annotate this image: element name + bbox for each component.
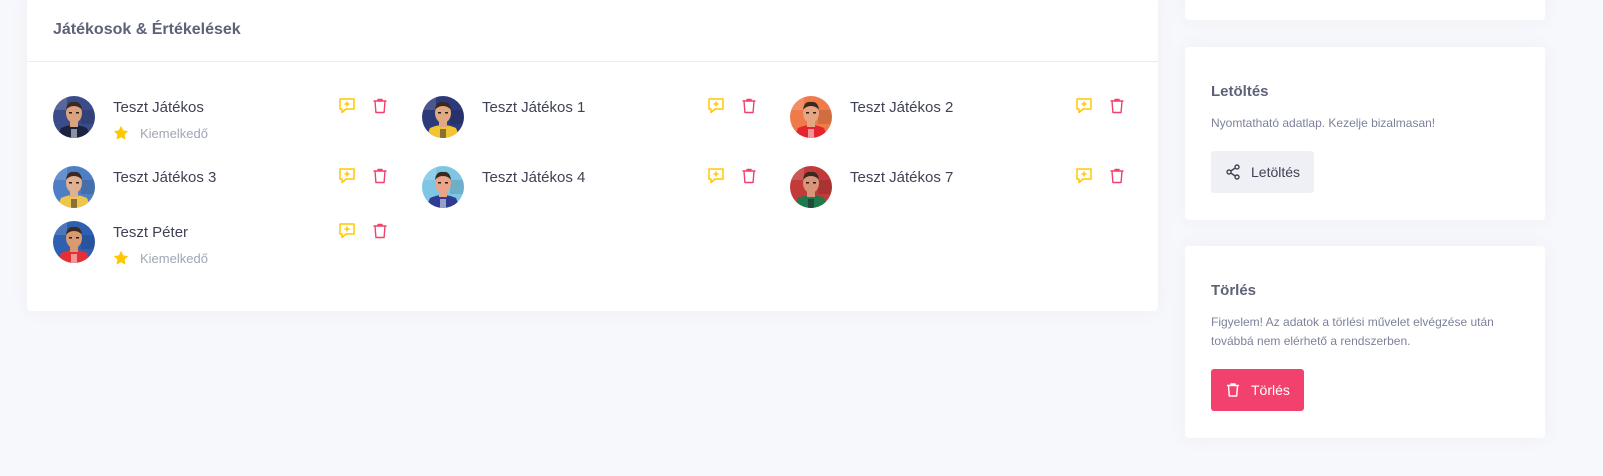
player-item: Teszt Játékos 7 — [788, 162, 1128, 222]
player-actions — [1075, 97, 1126, 115]
player-name[interactable]: Teszt Játékos 2 — [850, 99, 953, 116]
comment-plus-icon[interactable] — [338, 167, 356, 185]
trash-icon[interactable] — [740, 167, 758, 185]
avatar[interactable] — [422, 96, 464, 138]
players-card: Játékosok & Értékelések Teszt Játékos Kie… — [27, 0, 1158, 311]
player-name[interactable]: Teszt Játékos 3 — [113, 169, 216, 186]
trash-icon[interactable] — [371, 97, 389, 115]
trash-icon[interactable] — [371, 167, 389, 185]
player-actions — [707, 97, 758, 115]
avatar[interactable] — [53, 166, 95, 208]
delete-title: Törlés — [1211, 282, 1257, 299]
download-card: Letöltés Nyomtatható adatlap. Kezelje bi… — [1185, 47, 1545, 220]
download-button-label: Letöltés — [1251, 164, 1301, 180]
player-item: Teszt Péter Kiemelkedő — [51, 217, 391, 277]
delete-card: Törlés Figyelem! Az adatok a törlési műv… — [1185, 246, 1545, 438]
avatar[interactable] — [53, 221, 95, 263]
player-name[interactable]: Teszt Játékos — [113, 99, 204, 116]
download-button[interactable]: Letöltés — [1211, 151, 1315, 193]
delete-button-label: Törlés — [1251, 382, 1290, 398]
delete-description: Figyelem! Az adatok a törlési művelet el… — [1211, 315, 1494, 348]
top-card — [1185, 0, 1545, 20]
player-name[interactable]: Teszt Játékos 7 — [850, 169, 953, 186]
star-icon — [113, 125, 129, 140]
player-item: Teszt Játékos Kiemelkedő — [51, 92, 391, 152]
trash-icon[interactable] — [740, 97, 758, 115]
avatar[interactable] — [422, 166, 464, 208]
comment-plus-icon[interactable] — [707, 167, 725, 185]
trash-icon[interactable] — [371, 222, 389, 240]
player-badge-label: Kiemelkedő — [140, 250, 208, 266]
players-card-header: Játékosok & Értékelések — [27, 0, 1158, 62]
trash-icon[interactable] — [1108, 167, 1126, 185]
player-badge: Kiemelkedő — [113, 125, 208, 141]
player-item: Teszt Játékos 1 — [420, 92, 760, 152]
delete-button[interactable]: Törlés — [1211, 369, 1304, 411]
star-icon — [113, 250, 129, 265]
player-item: Teszt Játékos 2 — [788, 92, 1128, 152]
comment-plus-icon[interactable] — [1075, 167, 1093, 185]
comment-plus-icon[interactable] — [338, 222, 356, 240]
avatar[interactable] — [790, 166, 832, 208]
comment-plus-icon[interactable] — [338, 97, 356, 115]
player-name[interactable]: Teszt Játékos 1 — [482, 99, 585, 116]
player-actions — [1075, 167, 1126, 185]
players-card-title: Játékosok & Értékelések — [53, 20, 241, 38]
player-actions — [707, 167, 758, 185]
avatar[interactable] — [790, 96, 832, 138]
player-actions — [338, 222, 389, 240]
player-badge: Kiemelkedő — [113, 250, 208, 266]
trash-icon — [1227, 383, 1239, 397]
trash-icon[interactable] — [1108, 97, 1126, 115]
player-badge-label: Kiemelkedő — [140, 125, 208, 141]
player-name[interactable]: Teszt Péter — [113, 224, 188, 241]
avatar[interactable] — [53, 96, 95, 138]
players-grid: Teszt Játékos Kiemelkedő Teszt Játékos 1 Te… — [51, 92, 1141, 292]
player-item: Teszt Játékos 4 — [420, 162, 760, 222]
download-title: Letöltés — [1211, 83, 1269, 100]
download-description: Nyomtatható adatlap. Kezelje bizalmasan! — [1211, 116, 1436, 130]
player-name[interactable]: Teszt Játékos 4 — [482, 169, 585, 186]
share-icon — [1226, 164, 1240, 180]
player-actions — [338, 167, 389, 185]
player-actions — [338, 97, 389, 115]
player-item: Teszt Játékos 3 — [51, 162, 391, 222]
comment-plus-icon[interactable] — [707, 97, 725, 115]
comment-plus-icon[interactable] — [1075, 97, 1093, 115]
